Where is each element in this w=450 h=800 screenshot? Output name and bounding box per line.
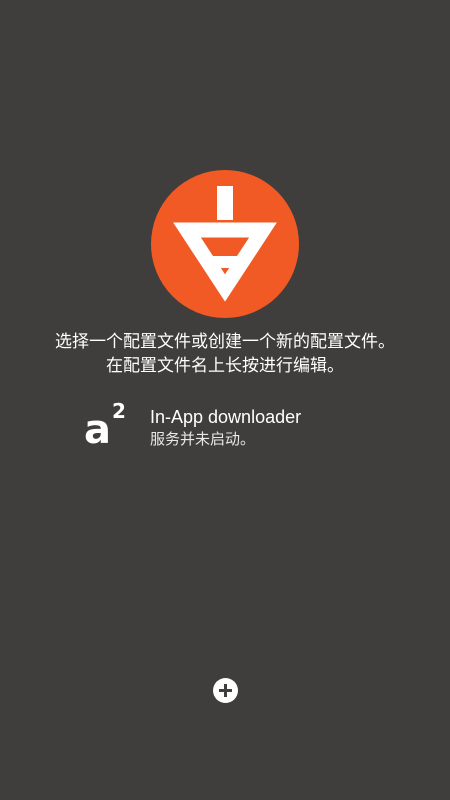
a2-icon: a 2 xyxy=(84,400,134,456)
add-profile-button[interactable] xyxy=(213,678,238,703)
app-logo-icon xyxy=(151,170,299,318)
plus-circle-icon xyxy=(219,684,232,697)
downloader-info: In-App downloader 服务并未启动。 xyxy=(150,406,301,450)
a2-icon-letter: a xyxy=(84,407,111,453)
downloader-status: 服务并未启动。 xyxy=(150,430,256,448)
instructions-text: 选择一个配置文件或创建一个新的配置文件。 在配置文件名上长按进行编辑。 xyxy=(0,330,450,378)
app-logo-glyph xyxy=(173,186,277,302)
instructions-line-1: 选择一个配置文件或创建一个新的配置文件。 xyxy=(55,332,395,352)
downloader-title: In-App downloader xyxy=(150,407,302,427)
a2-icon-superscript: 2 xyxy=(112,399,126,423)
instructions-line-2: 在配置文件名上长按进行编辑。 xyxy=(106,356,344,376)
